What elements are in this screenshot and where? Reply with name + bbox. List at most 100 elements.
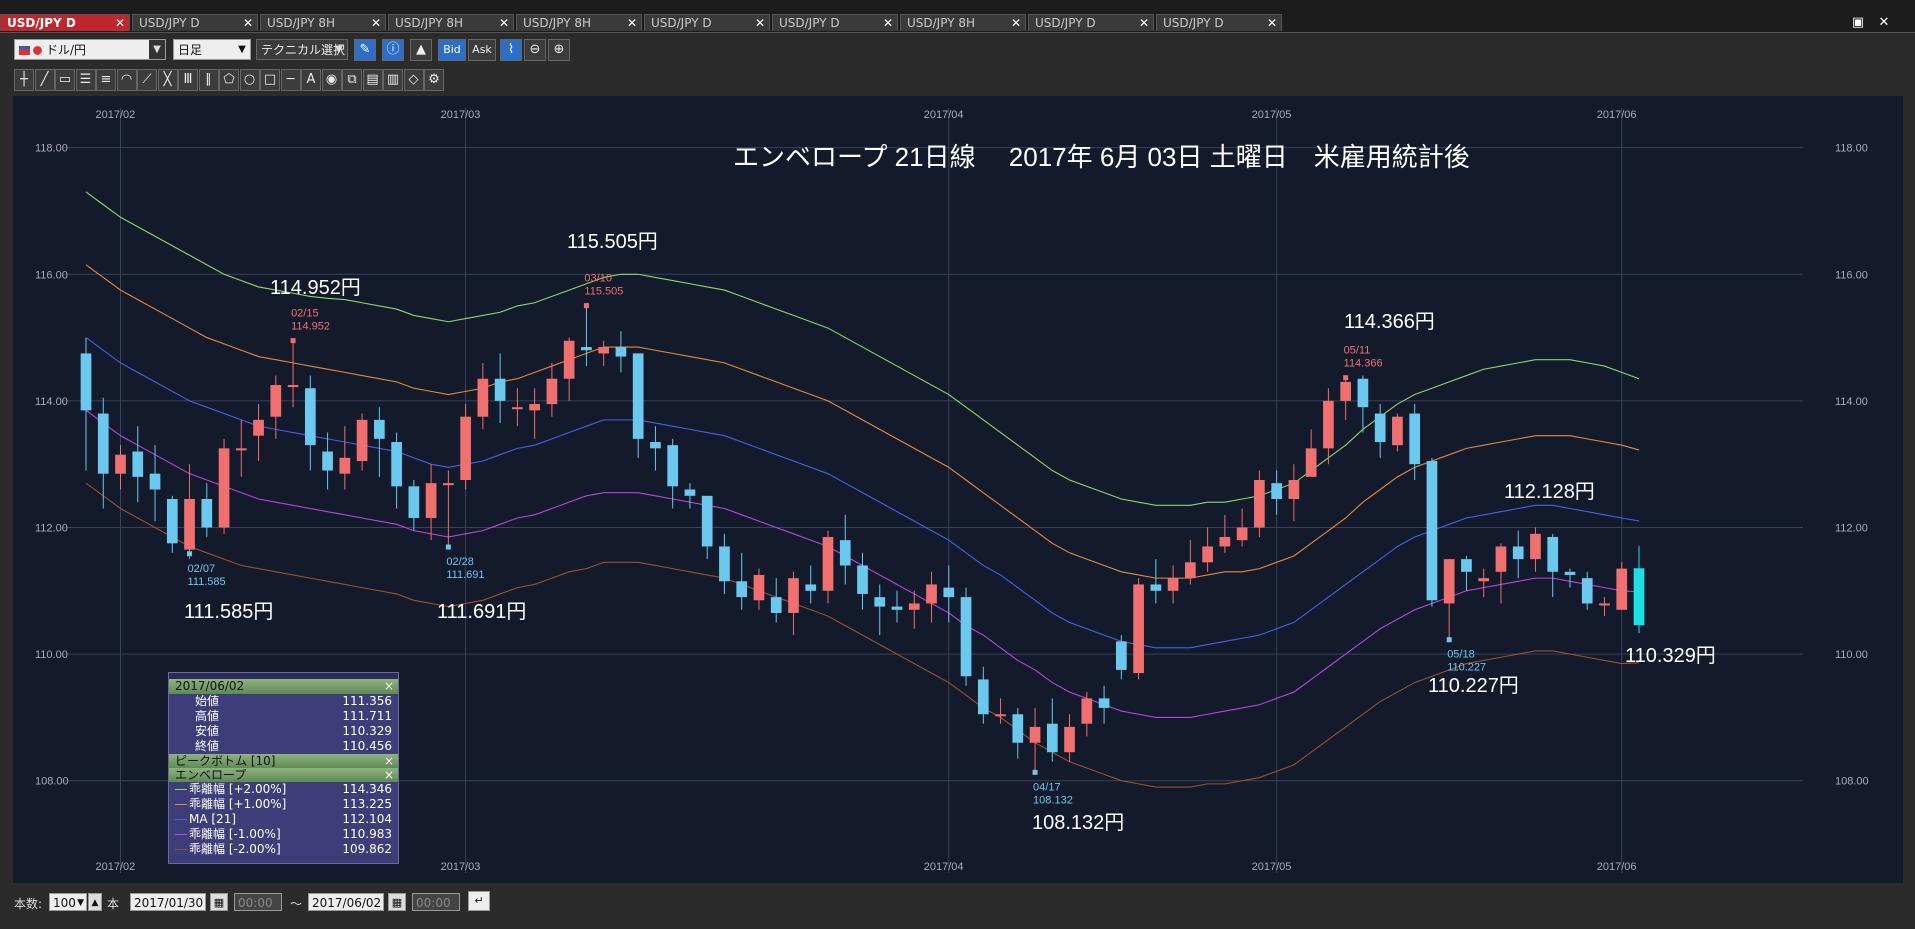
parallel-icon[interactable]: ∥: [198, 69, 219, 91]
increment-button[interactable]: ▲: [88, 893, 102, 911]
info-icon[interactable]: ⓘ: [382, 39, 404, 61]
candle-body: [149, 473, 161, 490]
y-tick-label-right: 118.00: [1835, 143, 1868, 155]
price-annotation: 110.329円: [1625, 645, 1716, 667]
zoom-in-icon[interactable]: ⊕: [548, 39, 570, 61]
candle-body: [684, 489, 696, 496]
copy-icon[interactable]: ⧉: [342, 69, 362, 91]
x-month-label-top: 2017/04: [924, 109, 964, 121]
x-month-label-top: 2017/06: [1597, 109, 1637, 121]
y-tick-label-right: 114.00: [1835, 396, 1868, 408]
peak-bottom-value: 115.505: [584, 286, 623, 298]
technical-select[interactable]: テクニカル選択 ▼: [256, 39, 348, 60]
rectangle-icon[interactable]: □: [260, 69, 280, 91]
from-date-input[interactable]: 2017/01/30: [130, 893, 206, 911]
candle-body: [1599, 603, 1610, 606]
candle-body: [822, 536, 834, 591]
tab-8[interactable]: USD/JPY D ✕: [1028, 14, 1154, 31]
line-chart-icon[interactable]: ⌇: [500, 39, 522, 61]
layers-icon[interactable]: ▤: [362, 69, 383, 91]
candle-body: [615, 347, 627, 357]
tab-2[interactable]: USD/JPY 8H ✕: [260, 14, 386, 31]
close-icon[interactable]: ✕: [371, 15, 381, 32]
close-icon[interactable]: ✕: [627, 15, 637, 32]
candle-body: [322, 451, 333, 471]
hline-icon[interactable]: ─: [280, 69, 301, 91]
tab-1[interactable]: USD/JPY D ✕: [132, 14, 258, 31]
close-icon[interactable]: ✕: [883, 15, 893, 32]
tab-label: USD/JPY D: [1035, 16, 1096, 30]
candle-body: [1547, 536, 1559, 572]
candle-body: [1150, 584, 1162, 591]
symbol-select[interactable]: ドル/円 ▼: [14, 39, 166, 60]
range-tilde: 〜: [290, 897, 303, 911]
close-icon[interactable]: ×: [384, 754, 394, 768]
tab-label: USD/JPY 8H: [395, 16, 463, 30]
zoom-out-icon[interactable]: ⊖: [524, 39, 546, 61]
tab-7[interactable]: USD/JPY 8H ✕: [900, 14, 1026, 31]
crosshair-icon[interactable]: ┼: [14, 69, 34, 91]
close-icon[interactable]: ✕: [499, 15, 509, 32]
settings-icon[interactable]: ⚙: [424, 69, 444, 91]
close-icon[interactable]: ×: [384, 768, 394, 782]
candle-body: [1633, 568, 1645, 626]
tab-9[interactable]: USD/JPY D ✕: [1156, 14, 1282, 31]
close-icon[interactable]: ✕: [1139, 15, 1149, 32]
horizontal-lines-icon[interactable]: ☰: [75, 69, 96, 91]
restore-window-icon[interactable]: ▣: [1847, 14, 1869, 31]
text-icon[interactable]: A: [301, 69, 321, 91]
candle-body: [908, 603, 920, 610]
calendar-icon[interactable]: ▦: [210, 893, 228, 911]
legend-swatch: [175, 819, 187, 820]
tab-4[interactable]: USD/JPY 8H ✕: [516, 14, 642, 31]
period-select[interactable]: 日足 ▼: [173, 39, 251, 60]
channel-icon[interactable]: ≡: [96, 69, 116, 91]
calendar-icon[interactable]: ▦: [388, 893, 406, 911]
candle-body: [1495, 546, 1507, 572]
chart-type-icon[interactable]: ▲: [410, 39, 432, 61]
close-window-icon[interactable]: ✕: [1873, 14, 1895, 31]
pen-icon[interactable]: ✎: [354, 39, 376, 61]
tab-5[interactable]: USD/JPY D ✕: [644, 14, 770, 31]
gann-icon[interactable]: ╳: [157, 69, 178, 91]
count-input[interactable]: 100 ▼: [49, 893, 87, 911]
ohlc-row: 安値 110.329: [169, 724, 398, 739]
ohlc-value: 110.329: [342, 724, 392, 738]
tab-6[interactable]: USD/JPY D ✕: [772, 14, 898, 31]
data-window-date: 2017/06/02: [175, 679, 245, 693]
close-icon[interactable]: ✕: [1267, 15, 1277, 32]
bid-button[interactable]: Bid: [438, 39, 466, 61]
fibonacci-icon[interactable]: Ⅲ: [178, 69, 198, 91]
trendline-icon[interactable]: ╱: [34, 69, 55, 91]
tab-0[interactable]: USD/JPY D ✕: [0, 14, 130, 31]
data-window[interactable]: 2017/06/02 × 始値 111.356 高値 111.711 安値 110.329…: [168, 672, 399, 864]
to-time-input[interactable]: 00:00: [412, 893, 460, 911]
close-icon[interactable]: ✕: [1011, 15, 1021, 32]
from-time-input[interactable]: 00:00: [234, 893, 282, 911]
candle-body: [1098, 698, 1110, 708]
candle-body: [270, 385, 282, 417]
label-icon[interactable]: ◉: [321, 69, 342, 91]
price-annotation: 110.227円: [1428, 675, 1519, 697]
peak-bottom-value: 111.691: [446, 569, 484, 581]
eraser-icon[interactable]: ◇: [403, 69, 424, 91]
y-tick-label-right: 108.00: [1835, 776, 1869, 788]
save-icon[interactable]: ▥: [383, 69, 403, 91]
ask-button[interactable]: Ask: [468, 39, 496, 61]
pitchfork-icon[interactable]: ⟋: [137, 69, 157, 91]
price-annotation: 114.366円: [1344, 311, 1435, 333]
close-icon[interactable]: ✕: [243, 15, 253, 32]
close-icon[interactable]: ✕: [755, 15, 765, 32]
ruler-icon[interactable]: ▭: [55, 69, 75, 91]
close-icon[interactable]: ×: [384, 679, 394, 694]
pentagon-icon[interactable]: ⬠: [219, 69, 239, 91]
chevron-down-icon: ▼: [238, 44, 246, 55]
close-icon[interactable]: ✕: [115, 15, 125, 32]
apply-icon[interactable]: ↵: [468, 891, 490, 911]
envelope-label: 乖離幅 [+1.00%]: [189, 797, 287, 811]
circle-icon[interactable]: ○: [239, 69, 260, 91]
tab-3[interactable]: USD/JPY 8H ✕: [388, 14, 514, 31]
fan-icon[interactable]: ◠: [116, 69, 137, 91]
to-date-input[interactable]: 2017/06/02: [308, 893, 384, 911]
tab-label: USD/JPY 8H: [523, 16, 591, 30]
